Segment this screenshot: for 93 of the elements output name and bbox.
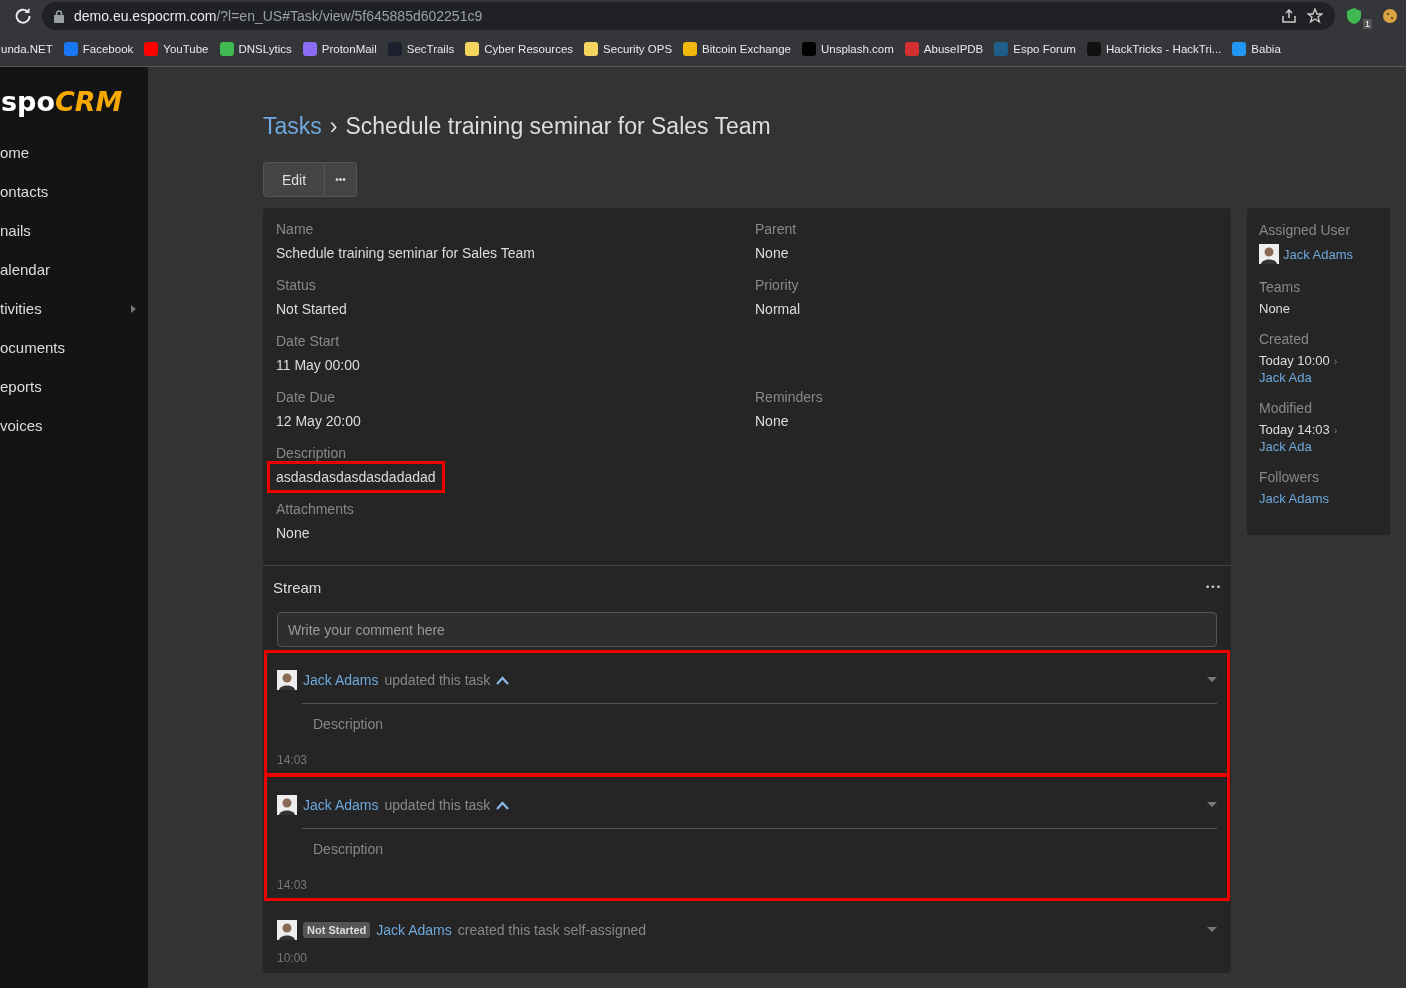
sidebar-item[interactable]: ome: [0, 133, 148, 172]
field-value: Today 10:00: [1259, 353, 1330, 368]
stream-action: created this task self-assigned: [457, 922, 647, 938]
avatar-icon: [1259, 244, 1279, 264]
field-value: Today 14:03: [1259, 422, 1330, 437]
bookmark[interactable]: Unsplash.com: [801, 42, 894, 56]
sidebar-item[interactable]: eports: [0, 367, 148, 406]
field-label: Date Due: [276, 389, 336, 405]
field-value: asdasdasdasdasdadadad: [267, 461, 445, 493]
separator: ›: [1333, 354, 1338, 367]
address-bar[interactable]: demo.eu.espocrm.com/?l=en_US#Task/view/5f645885d602251c9: [42, 2, 1335, 30]
bookmark[interactable]: AbuseIPDB: [904, 42, 984, 56]
field-value: None: [1259, 301, 1291, 316]
sidebar-item[interactable]: ocuments: [0, 328, 148, 367]
sidebar-item[interactable]: voices: [0, 406, 148, 445]
field-label: Name: [276, 221, 314, 237]
caret-icon[interactable]: [1207, 802, 1217, 808]
field-label: Date Start: [276, 333, 340, 349]
bookmark[interactable]: SecTrails: [387, 42, 455, 56]
status-badge: Not Started: [303, 922, 371, 938]
share-icon[interactable]: [1281, 8, 1297, 24]
sidebar-item[interactable]: alendar: [0, 250, 148, 289]
field-value: None: [754, 412, 790, 431]
changed-field: Description: [313, 841, 384, 857]
chevron-up-icon[interactable]: [496, 675, 510, 685]
field-label: Assigned User: [1259, 222, 1352, 238]
field-value: Schedule training seminar for Sales Team: [275, 244, 536, 263]
chevron-up-icon[interactable]: [496, 800, 510, 810]
field-label: Modified: [1259, 400, 1313, 416]
avatar-icon: [277, 920, 297, 940]
breadcrumb-separator: ›: [329, 112, 338, 141]
field-label: Parent: [755, 221, 797, 237]
field-value: 12 May 20:00: [275, 412, 362, 431]
cookie-icon[interactable]: [1382, 8, 1398, 24]
lock-icon: [54, 9, 64, 23]
entry-time: 14:03: [277, 878, 309, 892]
user-link[interactable]: Jack Ada: [1259, 439, 1312, 454]
user-link[interactable]: Jack Adams: [1283, 246, 1354, 262]
stream-title: Stream: [273, 578, 322, 596]
user-link[interactable]: Jack Adams: [303, 797, 379, 813]
breadcrumb-link[interactable]: Tasks: [263, 111, 322, 141]
field-value: None: [275, 524, 311, 543]
field-value: Normal: [754, 300, 802, 319]
stream-menu-button[interactable]: •••: [1205, 582, 1221, 592]
page-title: Schedule training seminar for Sales Team: [345, 112, 771, 141]
more-button[interactable]: •••: [325, 162, 357, 197]
field-value: 11 May 00:00: [275, 356, 361, 375]
bookmark[interactable]: Cyber Resources: [465, 42, 574, 56]
field-value: None: [754, 244, 790, 263]
logo[interactable]: spoCRM: [0, 67, 148, 133]
entry-time: 10:00: [277, 951, 309, 965]
stream-action: updated this task: [384, 672, 491, 688]
caret-icon[interactable]: [1207, 677, 1217, 683]
sidebar-item[interactable]: ontacts: [0, 172, 148, 211]
user-link[interactable]: Jack Adams: [1259, 491, 1330, 506]
sidebar-item[interactable]: nails: [0, 211, 148, 250]
comment-field[interactable]: Write your comment here: [277, 612, 1217, 647]
changed-field: Description: [313, 716, 384, 732]
separator: ›: [1333, 423, 1338, 436]
bookmark[interactable]: unda.NET: [1, 43, 53, 55]
field-label: Priority: [755, 277, 799, 293]
user-link[interactable]: Jack Adams: [376, 922, 452, 938]
field-value: Not Started: [275, 300, 348, 319]
bookmark[interactable]: HackTricks - HackTri...: [1086, 42, 1222, 56]
field-label: Attachments: [276, 501, 354, 517]
field-label: Reminders: [755, 389, 823, 405]
field-label: Description: [276, 445, 347, 461]
bookmark[interactable]: Security OPS: [584, 42, 673, 56]
entry-time: 14:03: [277, 753, 309, 767]
bookmark[interactable]: ProtonMail: [302, 42, 377, 56]
shield-extension-icon[interactable]: [1345, 7, 1363, 25]
bookmark[interactable]: YouTube: [144, 42, 209, 56]
url-text: demo.eu.espocrm.com/?l=en_US#Task/view/5f645885d602251c9: [74, 8, 483, 24]
field-label: Status: [276, 277, 316, 293]
reload-icon[interactable]: [14, 7, 32, 25]
bookmark[interactable]: Babia: [1232, 42, 1281, 56]
field-label: Followers: [1259, 469, 1320, 485]
extension-badge: 1: [1363, 19, 1372, 29]
avatar-icon: [277, 670, 297, 690]
field-label: Teams: [1259, 279, 1302, 295]
bookmark[interactable]: Bitcoin Exchange: [683, 42, 791, 56]
user-link[interactable]: Jack Adams: [303, 672, 379, 688]
field-label: Created: [1259, 331, 1310, 347]
bookmark[interactable]: Espo Forum: [994, 42, 1076, 56]
bookmark[interactable]: Facebook: [63, 42, 134, 56]
star-icon[interactable]: [1307, 8, 1323, 24]
caret-icon[interactable]: [1207, 927, 1217, 933]
stream-action: updated this task: [384, 797, 491, 813]
bookmark[interactable]: DNSLytics: [219, 42, 292, 56]
user-link[interactable]: Jack Ada: [1259, 370, 1312, 385]
edit-button[interactable]: Edit: [263, 162, 326, 197]
avatar-icon: [277, 795, 297, 815]
sidebar-item[interactable]: tivities: [0, 289, 148, 328]
